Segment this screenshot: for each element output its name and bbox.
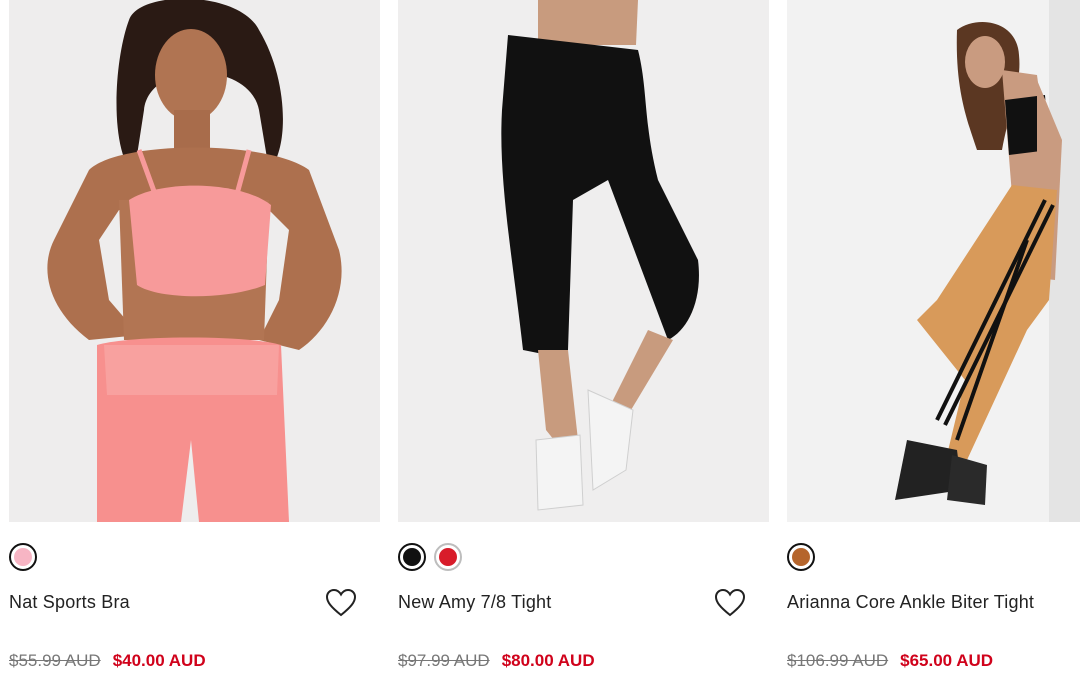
- swatch-tan[interactable]: [787, 543, 815, 571]
- original-price: $97.99 AUD: [398, 651, 490, 670]
- product-name[interactable]: Nat Sports Bra: [9, 592, 130, 613]
- product-image[interactable]: [9, 0, 380, 522]
- heart-outline-icon[interactable]: [325, 588, 357, 618]
- original-price: $55.99 AUD: [9, 651, 101, 670]
- product-image[interactable]: [787, 0, 1080, 522]
- sale-price: $40.00 AUD: [112, 651, 206, 670]
- product-grid: Nat Sports Bra $55.99 AUD $40.00 AUD New…: [0, 0, 1080, 685]
- original-price: $106.99 AUD: [787, 651, 889, 670]
- product-name[interactable]: New Amy 7/8 Tight: [398, 592, 551, 613]
- product-image[interactable]: [398, 0, 769, 522]
- price-row: $106.99 AUD $65.00 AUD: [787, 651, 993, 671]
- color-swatches: [9, 543, 37, 571]
- swatch-black[interactable]: [398, 543, 426, 571]
- swatch-red[interactable]: [434, 543, 462, 571]
- color-swatches: [787, 543, 815, 571]
- price-row: $55.99 AUD $40.00 AUD: [9, 651, 206, 671]
- product-card: New Amy 7/8 Tight $97.99 AUD $80.00 AUD: [398, 0, 769, 685]
- heart-outline-icon[interactable]: [714, 588, 746, 618]
- color-swatches: [398, 543, 462, 571]
- sale-price: $80.00 AUD: [501, 651, 595, 670]
- product-name[interactable]: Arianna Core Ankle Biter Tight: [787, 592, 1034, 613]
- product-card: Nat Sports Bra $55.99 AUD $40.00 AUD: [9, 0, 380, 685]
- price-row: $97.99 AUD $80.00 AUD: [398, 651, 595, 671]
- sale-price: $65.00 AUD: [900, 651, 994, 670]
- swatch-pink[interactable]: [9, 543, 37, 571]
- product-card: Arianna Core Ankle Biter Tight $106.99 A…: [787, 0, 1080, 685]
